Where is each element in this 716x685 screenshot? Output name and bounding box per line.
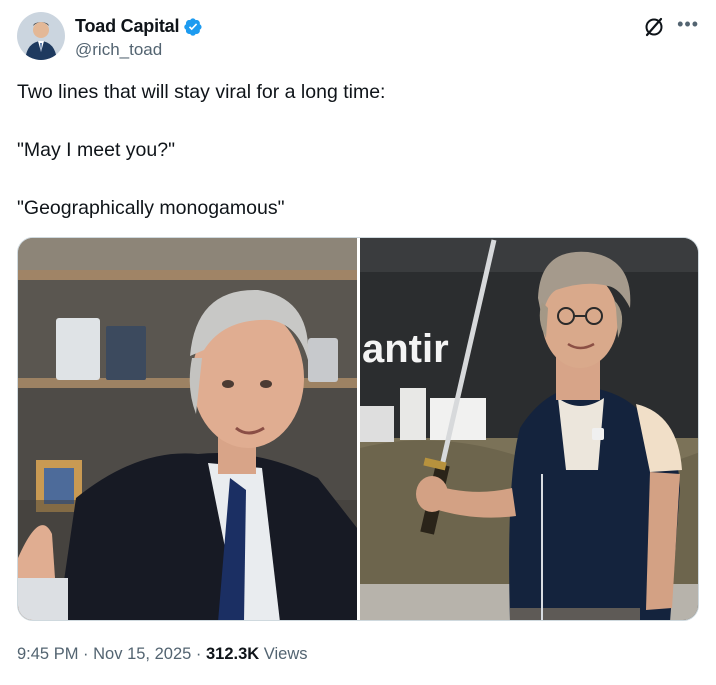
- meta-separator: ·: [83, 645, 89, 663]
- tweet-line: Two lines that will stay viral for a lon…: [17, 81, 386, 103]
- more-options-icon[interactable]: •••: [677, 15, 699, 33]
- media-grid: antir: [17, 237, 699, 621]
- tweet-line: "May I meet you?": [17, 139, 175, 161]
- tweet-header: Toad Capital @rich_toad •••: [17, 12, 699, 64]
- display-name[interactable]: Toad Capital: [75, 16, 179, 37]
- top-actions: •••: [643, 15, 699, 38]
- name-row: Toad Capital: [75, 16, 203, 37]
- timestamp[interactable]: 9:45 PM: [17, 645, 78, 663]
- tweet-line: "Geographically monogamous": [17, 197, 285, 219]
- post-date[interactable]: Nov 15, 2025: [93, 645, 191, 663]
- avatar[interactable]: [17, 12, 65, 60]
- photo-left[interactable]: [18, 238, 357, 620]
- photo-right[interactable]: antir: [360, 238, 698, 620]
- grok-icon[interactable]: [643, 16, 665, 38]
- sign-text: antir: [362, 327, 449, 371]
- tweet-meta: 9:45 PM · Nov 15, 2025 · 312.3K Views: [17, 645, 308, 664]
- views-count[interactable]: 312.3K: [206, 645, 259, 663]
- meta-separator: ·: [195, 645, 202, 663]
- verified-badge-icon: [183, 17, 203, 37]
- user-handle[interactable]: @rich_toad: [75, 40, 162, 60]
- views-label: Views: [263, 645, 308, 663]
